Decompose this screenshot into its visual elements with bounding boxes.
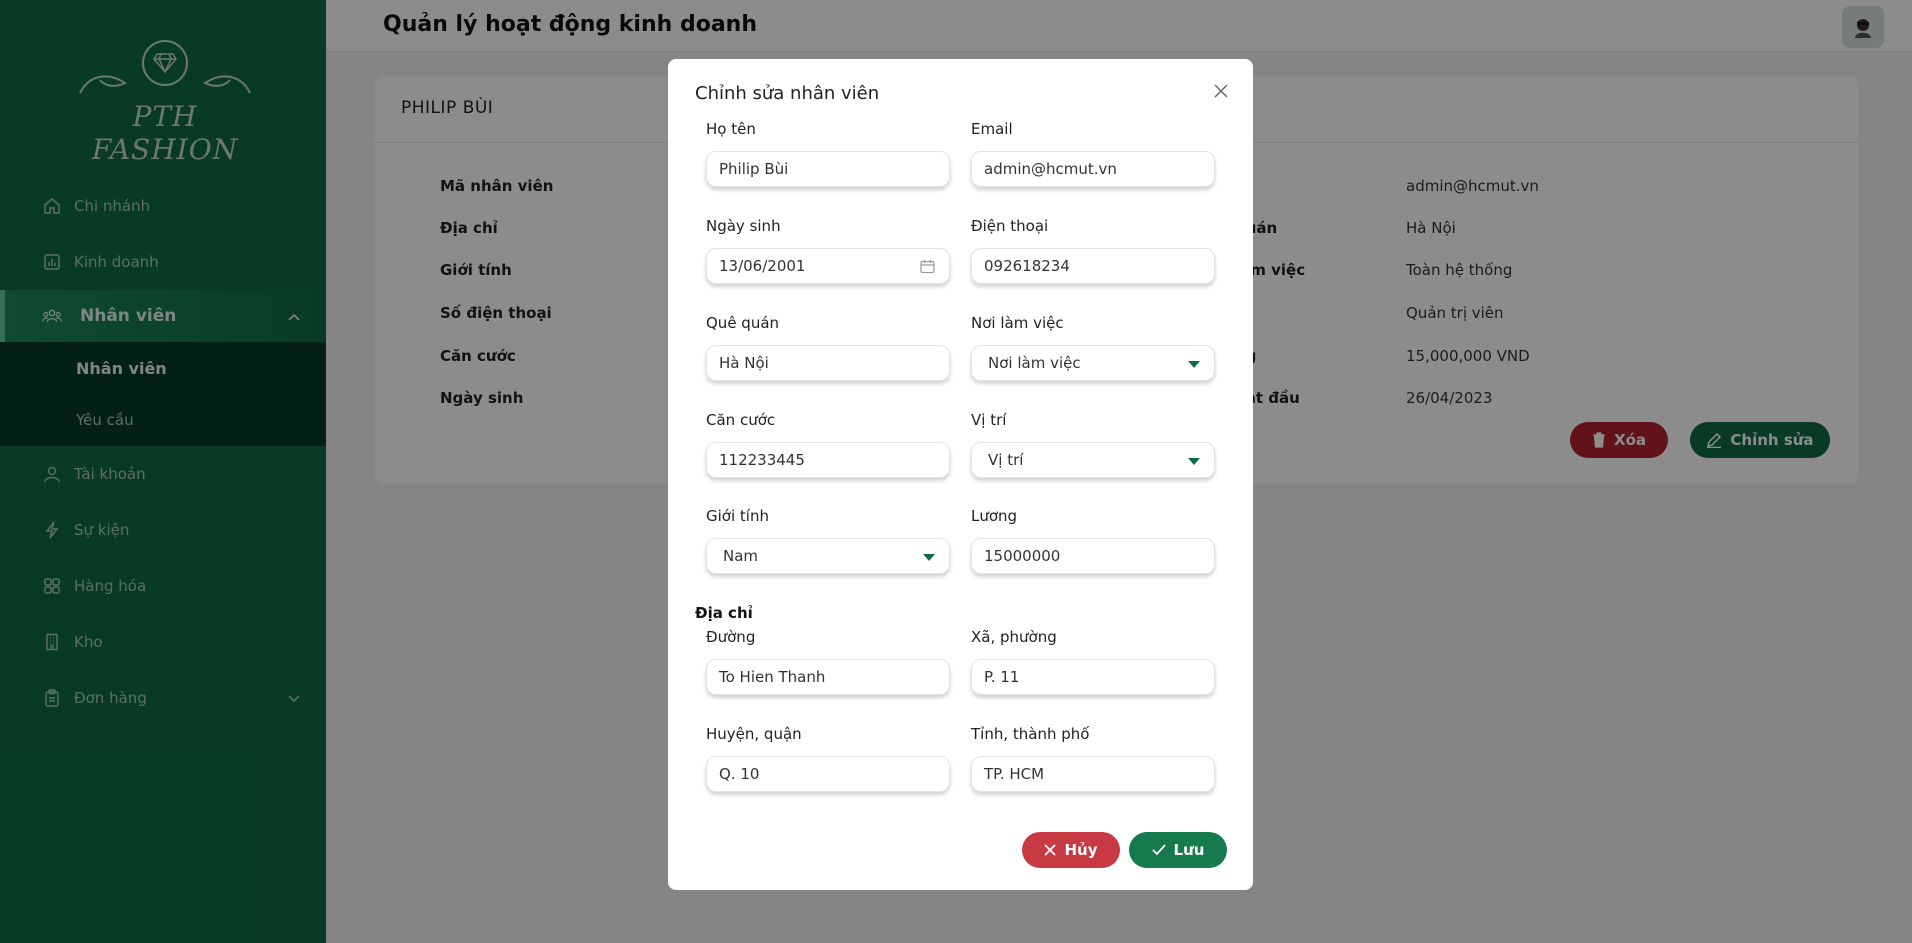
gender-select[interactable]: Nam (706, 538, 950, 574)
close-button[interactable] (1209, 79, 1233, 103)
workplace-select-value: Nơi làm việc (988, 354, 1081, 372)
label-position: Vị trí (971, 411, 1007, 429)
address-section-title: Địa chỉ (695, 604, 753, 622)
calendar-icon[interactable] (920, 259, 935, 274)
cancel-button-label: Hủy (1064, 841, 1098, 859)
label-dob: Ngày sinh (706, 217, 781, 235)
label-city: Tỉnh, thành phố (971, 725, 1090, 743)
label-street: Đường (706, 628, 756, 646)
save-button-label: Lưu (1173, 841, 1205, 859)
save-button[interactable]: Lưu (1129, 832, 1227, 868)
hometown-input[interactable]: Hà Nội (706, 345, 950, 381)
district-input[interactable]: Q. 10 (706, 756, 950, 792)
salary-input[interactable]: 15000000 (971, 538, 1215, 574)
close-icon (1214, 84, 1228, 98)
modal-title: Chỉnh sửa nhân viên (695, 83, 880, 104)
ward-input[interactable]: P. 11 (971, 659, 1215, 695)
label-phone: Điện thoại (971, 217, 1049, 235)
edit-employee-modal: Chỉnh sửa nhân viên Họ tên Philip Bùi Em… (668, 59, 1253, 890)
label-full-name: Họ tên (706, 120, 756, 138)
gender-select-value: Nam (723, 547, 759, 565)
dob-value: 13/06/2001 (719, 257, 806, 275)
caret-down-icon (1188, 458, 1200, 465)
label-gender: Giới tính (706, 507, 769, 525)
dob-input[interactable]: 13/06/2001 (706, 248, 950, 284)
close-icon (1044, 844, 1057, 856)
street-input[interactable]: To Hien Thanh (706, 659, 950, 695)
label-district: Huyện, quận (706, 725, 802, 743)
phone-input[interactable]: 092618234 (971, 248, 1215, 284)
check-icon (1151, 844, 1166, 856)
label-hometown: Quê quán (706, 314, 780, 332)
full-name-input[interactable]: Philip Bùi (706, 151, 950, 187)
cancel-button[interactable]: Hủy (1022, 832, 1120, 868)
email-input[interactable]: admin@hcmut.vn (971, 151, 1215, 187)
caret-down-icon (923, 554, 935, 561)
city-input[interactable]: TP. HCM (971, 756, 1215, 792)
label-salary: Lương (971, 507, 1018, 525)
label-id-card: Căn cước (706, 411, 776, 429)
id-card-input[interactable]: 112233445 (706, 442, 950, 478)
position-select[interactable]: Vị trí (971, 442, 1215, 478)
caret-down-icon (1188, 361, 1200, 368)
label-ward: Xã, phường (971, 628, 1057, 646)
workplace-select[interactable]: Nơi làm việc (971, 345, 1215, 381)
label-email: Email (971, 120, 1013, 138)
label-workplace: Nơi làm việc (971, 314, 1064, 332)
position-select-value: Vị trí (988, 451, 1024, 469)
